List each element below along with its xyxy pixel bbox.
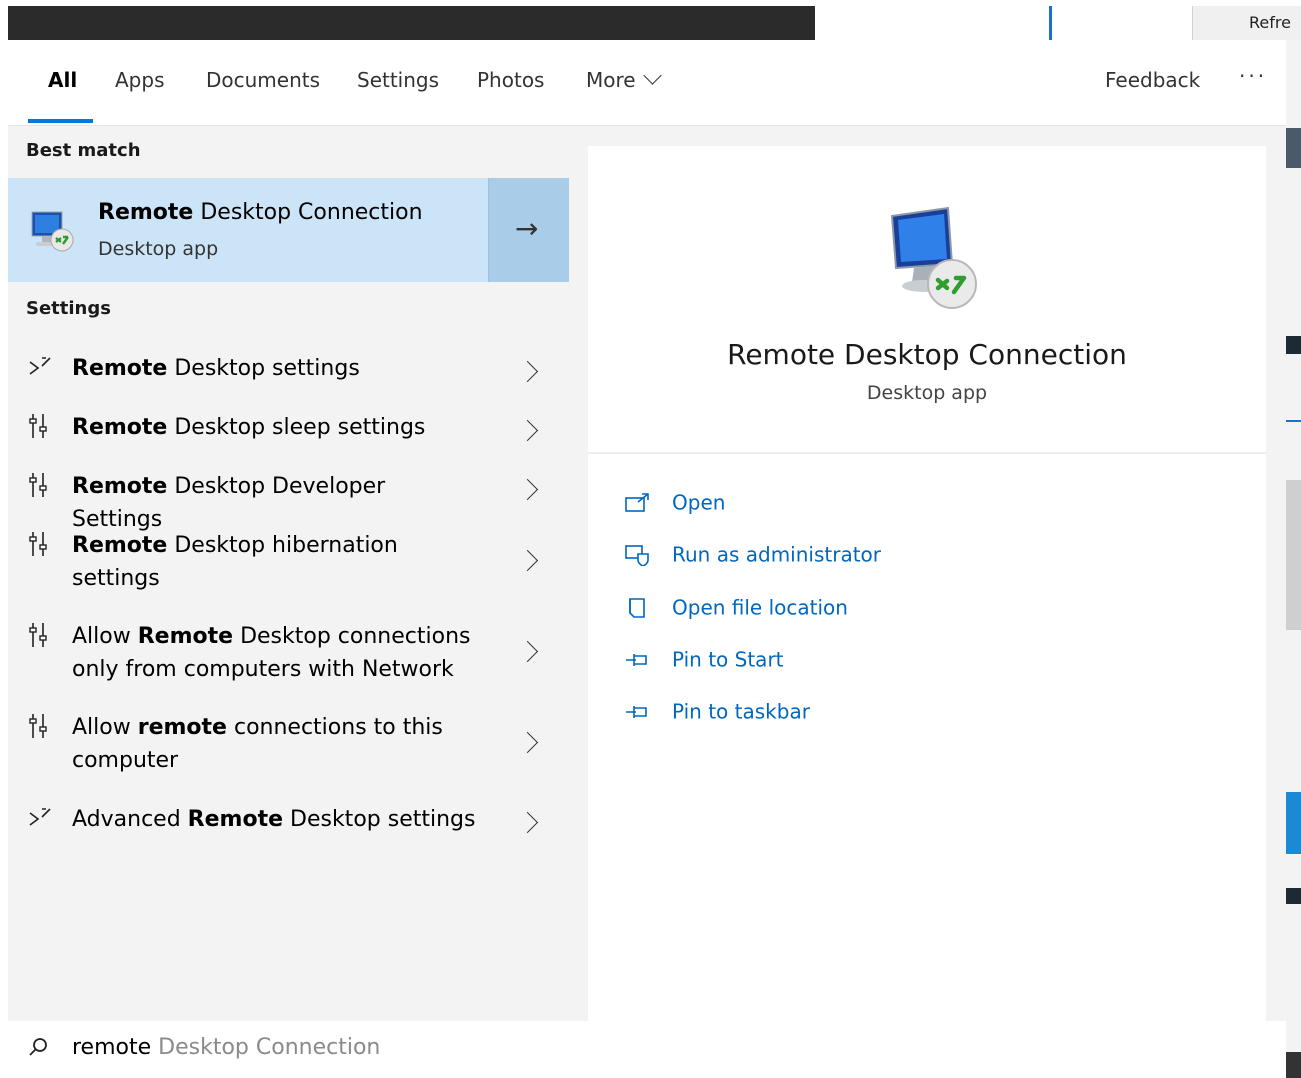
search-input[interactable]: remote Desktop Connection bbox=[72, 1035, 380, 1060]
pin-icon bbox=[626, 653, 647, 666]
detail-title: Remote Desktop Connection bbox=[727, 338, 1127, 371]
settings-sliders-icon bbox=[29, 623, 47, 647]
settings-result-item[interactable]: Remote Desktop settings bbox=[8, 348, 568, 398]
arrow-right-icon: → bbox=[515, 212, 539, 245]
pin-to-start-label: Pin to Start bbox=[672, 647, 784, 672]
open-icon bbox=[625, 492, 649, 512]
run-as-admin-label: Run as administrator bbox=[672, 542, 882, 567]
settings-result-item[interactable]: Advanced Remote Desktop settings bbox=[8, 799, 568, 849]
pin-to-taskbar-label: Pin to taskbar bbox=[672, 699, 810, 724]
search-autocomplete-hint: Desktop Connection bbox=[151, 1035, 381, 1060]
background-window-titlebar bbox=[8, 6, 815, 40]
settings-result-item[interactable]: Allow Remote Desktop connections only fr… bbox=[8, 616, 568, 692]
settings-result-label: Allow Remote Desktop connections only fr… bbox=[72, 624, 471, 682]
open-action-label: Open bbox=[672, 490, 726, 515]
settings-result-label: Advanced Remote Desktop settings bbox=[72, 807, 476, 832]
open-file-location-action[interactable]: Open file location bbox=[624, 594, 848, 620]
chevron-right-icon bbox=[516, 549, 539, 572]
tab-documents[interactable]: Documents bbox=[206, 68, 320, 92]
settings-sliders-icon bbox=[29, 714, 47, 738]
settings-sliders-icon bbox=[29, 473, 47, 497]
settings-result-label: Allow remote connections to this compute… bbox=[72, 715, 443, 773]
background-right-strip bbox=[1286, 40, 1301, 1078]
pin-to-taskbar-action[interactable]: Pin to taskbar bbox=[624, 698, 810, 724]
settings-result-label: Remote Desktop settings bbox=[72, 356, 360, 381]
background-refresh-button[interactable]: Refre bbox=[1192, 6, 1301, 40]
results-list: Best match Remote Desktop Connection Des… bbox=[8, 126, 569, 1021]
settings-heading: Settings bbox=[26, 298, 111, 319]
settings-result-label: Remote Desktop sleep settings bbox=[72, 415, 426, 440]
tab-all[interactable]: All bbox=[48, 68, 77, 92]
run-as-admin-action[interactable]: Run as administrator bbox=[624, 541, 881, 567]
search-icon bbox=[29, 1038, 47, 1056]
settings-sliders-icon bbox=[29, 532, 47, 556]
remote-desktop-app-icon bbox=[890, 206, 977, 309]
tab-settings[interactable]: Settings bbox=[357, 68, 439, 92]
search-tabs: All Apps Documents Settings Photos More … bbox=[8, 40, 1286, 126]
settings-result-item[interactable]: Allow remote connections to this compute… bbox=[8, 707, 568, 783]
settings-result-item[interactable]: Remote Desktop hibernation settings bbox=[8, 525, 568, 601]
chevron-right-icon bbox=[516, 811, 539, 834]
background-divider bbox=[1049, 6, 1052, 40]
detail-subtitle: Desktop app bbox=[866, 382, 988, 404]
tab-more-label: More bbox=[586, 68, 636, 92]
pin-icon bbox=[626, 705, 647, 718]
detail-divider bbox=[588, 452, 1266, 454]
best-match-heading: Best match bbox=[26, 140, 141, 161]
tab-more[interactable]: More bbox=[586, 66, 662, 92]
chevron-right-icon bbox=[516, 640, 539, 663]
search-box[interactable]: remote Desktop Connection bbox=[8, 1021, 1286, 1078]
best-match-title: Remote Desktop Connection bbox=[98, 200, 423, 225]
folder-location-icon bbox=[629, 597, 645, 618]
pin-to-start-action[interactable]: Pin to Start bbox=[624, 646, 784, 672]
more-options-icon[interactable]: ··· bbox=[1239, 64, 1267, 88]
open-action[interactable]: Open bbox=[624, 489, 725, 515]
run-as-admin-icon bbox=[625, 544, 649, 566]
chevron-right-icon bbox=[516, 478, 539, 501]
open-details-button[interactable]: → bbox=[488, 178, 569, 282]
remote-desktop-icon bbox=[29, 357, 51, 375]
best-match-subtitle: Desktop app bbox=[98, 238, 219, 260]
remote-desktop-app-icon bbox=[31, 211, 74, 252]
chevron-right-icon bbox=[516, 360, 539, 383]
settings-sliders-icon bbox=[29, 414, 47, 438]
chevron-right-icon bbox=[516, 419, 539, 442]
settings-result-item[interactable]: Remote Desktop sleep settings bbox=[8, 407, 568, 457]
settings-result-label: Remote Desktop hibernation settings bbox=[72, 533, 398, 591]
settings-result-item[interactable]: Remote Desktop Developer Settings bbox=[8, 466, 568, 532]
tab-photos[interactable]: Photos bbox=[477, 68, 544, 92]
search-query-text: remote bbox=[72, 1035, 152, 1060]
search-panel: All Apps Documents Settings Photos More … bbox=[8, 40, 1286, 1078]
tab-apps[interactable]: Apps bbox=[115, 68, 165, 92]
remote-desktop-icon bbox=[29, 808, 51, 826]
feedback-button[interactable]: Feedback bbox=[1105, 68, 1200, 92]
best-match-result[interactable]: Remote Desktop Connection Desktop app bbox=[8, 178, 488, 282]
open-file-location-label: Open file location bbox=[672, 595, 848, 620]
chevron-down-icon bbox=[642, 66, 662, 85]
chevron-right-icon bbox=[516, 731, 539, 754]
active-tab-indicator bbox=[28, 119, 93, 123]
detail-pane: Remote Desktop Connection Desktop app Op… bbox=[588, 146, 1266, 1022]
